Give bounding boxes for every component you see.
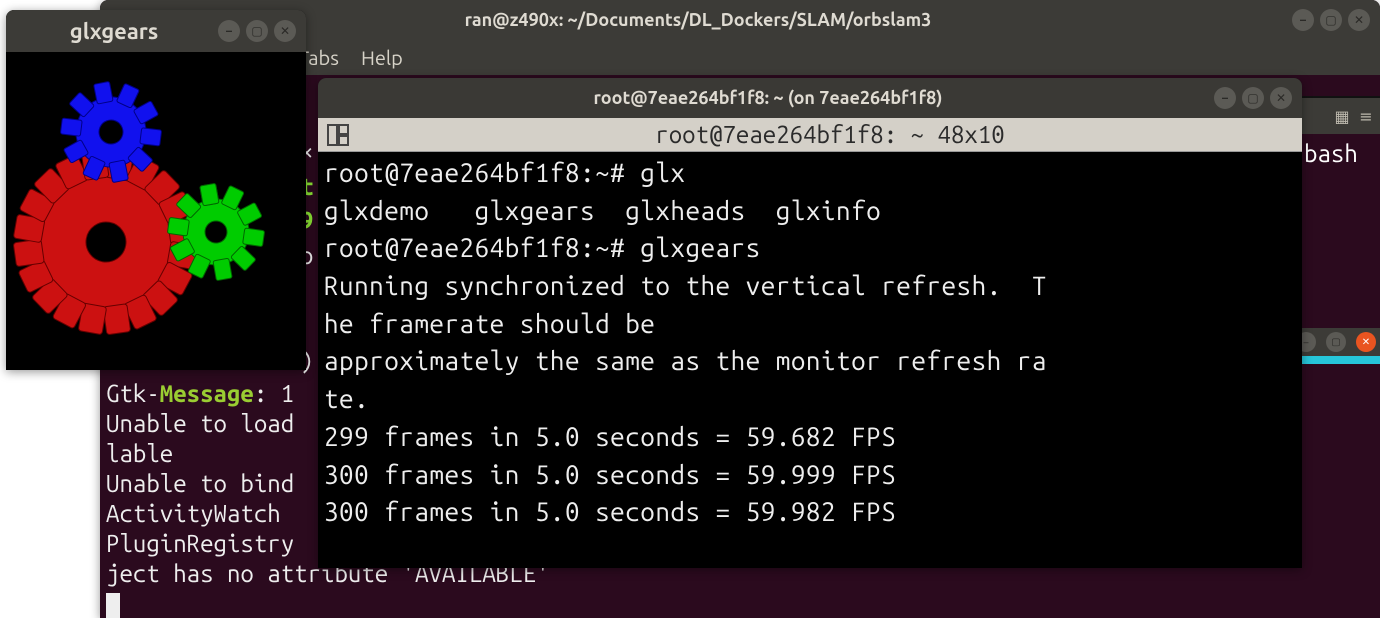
glxgears-title: glxgears xyxy=(16,19,212,44)
maximize-button[interactable]: ▢ xyxy=(1242,87,1264,109)
minimize-button[interactable]: – xyxy=(1292,9,1314,31)
close-button[interactable]: ✕ xyxy=(1270,87,1292,109)
maximize-button[interactable]: ▢ xyxy=(1320,9,1342,31)
right-panel-titlebar[interactable]: ▦ ≡ xyxy=(1300,98,1380,134)
foreground-terminal-window: root@7eae264bf1f8: ~ (on 7eae264bf1f8) –… xyxy=(318,78,1302,568)
glxgears-titlebar[interactable]: glxgears – ▢ ✕ xyxy=(6,10,306,52)
terminal-tab-title: root@7eae264bf1f8: ~ 48x10 xyxy=(358,121,1302,148)
split-pane-icon[interactable] xyxy=(324,121,352,149)
panel-close-button[interactable]: ✕ xyxy=(1356,332,1376,352)
menu-help[interactable]: Help xyxy=(361,46,403,69)
minimize-button[interactable]: – xyxy=(1214,87,1236,109)
glxgears-canvas xyxy=(6,52,306,370)
list-icon[interactable]: ≡ xyxy=(1356,106,1376,126)
panel-maximize-button[interactable]: ▢ xyxy=(1326,332,1346,352)
right-panel-active-strip xyxy=(1300,356,1380,364)
terminal-cursor xyxy=(106,593,120,618)
close-button[interactable]: ✕ xyxy=(1348,9,1370,31)
minimize-button[interactable]: – xyxy=(218,20,240,42)
foreground-window-titlebar[interactable]: root@7eae264bf1f8: ~ (on 7eae264bf1f8) –… xyxy=(318,78,1302,118)
right-side-panel: ▦ ≡ bash – ▢ ✕ xyxy=(1300,96,1380,356)
glxgears-window: glxgears – ▢ ✕ xyxy=(6,10,306,370)
maximize-button[interactable]: ▢ xyxy=(246,20,268,42)
right-panel-tab-label[interactable]: bash xyxy=(1300,134,1380,173)
terminal-tab-bar[interactable]: root@7eae264bf1f8: ~ 48x10 xyxy=(318,118,1302,152)
foreground-terminal-body[interactable]: root@7eae264bf1f8:~# glx glxdemo glxgear… xyxy=(318,152,1302,533)
close-button[interactable]: ✕ xyxy=(274,20,296,42)
foreground-window-title: root@7eae264bf1f8: ~ (on 7eae264bf1f8) xyxy=(328,88,1208,108)
grid-icon[interactable]: ▦ xyxy=(1332,106,1352,126)
